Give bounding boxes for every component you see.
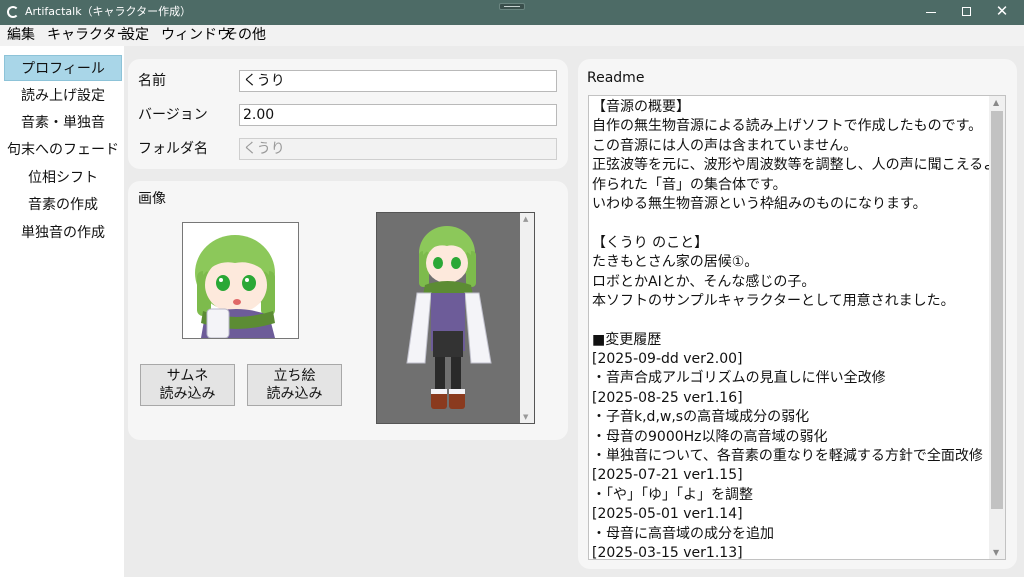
readme-line: いわゆる無生物音源という枠組みのものになります。 — [592, 195, 927, 212]
sidebar-item-create-single-sound[interactable]: 単独音の作成 — [4, 220, 122, 246]
sidebar-item-reading-settings[interactable]: 読み上げ設定 — [4, 83, 122, 109]
character-standing-icon — [406, 226, 492, 409]
thumbnail-image — [182, 222, 299, 339]
readme-line: ・音声合成アルゴリズムの見直しに伴い全改修 — [592, 370, 886, 387]
readme-line: ・母音に高音域の成分を追加 — [592, 525, 774, 542]
readme-line: 作られた「音」の集合体です。 — [592, 176, 787, 193]
readme-textarea[interactable]: 【音源の概要】自作の無生物音源による読み上げソフトで作成したものです。 この音源に… — [588, 95, 1006, 560]
scroll-up-icon: ▲ — [523, 215, 529, 223]
readme-line: この音源には人の声は含まれていません。 — [592, 137, 858, 154]
readme-line: たきもとさん家の居候①。 — [592, 254, 759, 271]
version-input[interactable]: 2.00 — [239, 104, 557, 126]
load-standing-label-line1: 立ち絵 — [273, 368, 316, 384]
readme-line: [2025-07-21 ver1.15] — [592, 467, 743, 484]
folder-label: フォルダ名 — [138, 141, 208, 157]
readme-line: [2025-05-01 ver1.14] — [592, 506, 743, 523]
sidebar-item-profile[interactable]: プロフィール — [4, 55, 122, 81]
readme-line: [2025-03-15 ver1.13] — [592, 544, 743, 560]
readme-content: 【音源の概要】自作の無生物音源による読み上げソフトで作成したものです。 この音源に… — [592, 98, 1006, 560]
standing-image: ▲ ▼ — [376, 212, 535, 424]
load-thumbnail-button[interactable]: サムネ 読み込み — [140, 364, 235, 406]
load-standing-image-button[interactable]: 立ち絵 読み込み — [247, 364, 342, 406]
readme-line: 【くうり のこと】 — [592, 234, 709, 251]
sidebar-item-create-phoneme[interactable]: 音素の作成 — [4, 192, 122, 218]
image-section-label: 画像 — [138, 191, 166, 207]
app-icon — [7, 6, 19, 18]
minimize-icon — [926, 12, 936, 13]
character-thumbnail-icon — [195, 235, 275, 338]
readme-line: ロボとかAIとか、そんな感じの子。 — [592, 273, 816, 290]
readme-line — [592, 214, 990, 233]
readme-line — [592, 311, 990, 330]
window-title: Artifactalk（キャラクター作成） — [25, 5, 192, 18]
scroll-down-icon: ▼ — [993, 548, 1000, 557]
load-thumbnail-label-line1: サムネ — [166, 368, 209, 384]
close-button[interactable]: ✕ — [980, 0, 1024, 25]
readme-line: 正弦波等を元に、波形や周波数等を調整し、人の声に聞こえるように — [592, 157, 1006, 174]
readme-line: ・単独音について、各音素の重なりを軽減する方針で全面改修 — [592, 448, 983, 465]
readme-scrollbar[interactable]: ▲ ▼ — [989, 96, 1005, 559]
menu-bar: 編集 キャラクター 設定 ウィンドウ その他 — [0, 25, 1024, 46]
sidebar-item-phonemes[interactable]: 音素・単独音 — [4, 110, 122, 136]
title-drag-handle[interactable] — [499, 3, 525, 10]
version-label: バージョン — [138, 107, 208, 123]
maximize-icon — [962, 7, 971, 16]
readme-line: 自作の無生物音源による読み上げソフトで作成したものです。 — [592, 118, 983, 135]
readme-line: 本ソフトのサンプルキャラクターとして用意されました。 — [592, 292, 955, 309]
menu-character[interactable]: キャラクター — [47, 26, 130, 45]
readme-line: [2025-08-25 ver1.16] — [592, 389, 743, 406]
readme-line: ・「や」「ゆ」「よ」を調整 — [592, 486, 753, 503]
name-input[interactable]: くうり — [239, 70, 557, 92]
sidebar-item-phase-shift[interactable]: 位相シフト — [4, 165, 122, 191]
sidebar-item-phrase-fade[interactable]: 句末へのフェード — [4, 137, 122, 163]
menu-other[interactable]: その他 — [224, 26, 266, 45]
load-standing-label-line2: 読み込み — [266, 386, 323, 402]
readme-title: Readme — [587, 70, 645, 86]
readme-line: [2025-09-dd ver2.00] — [592, 351, 743, 368]
sidebar: プロフィール 読み上げ設定 音素・単独音 句末へのフェード 位相シフト 音素の作… — [0, 46, 124, 577]
close-icon: ✕ — [995, 2, 1009, 20]
readme-line: 【音源の概要】 — [592, 99, 690, 115]
menu-edit[interactable]: 編集 — [7, 26, 35, 45]
name-label: 名前 — [138, 73, 166, 89]
readme-line: ・子音k,d,w,sの高音域成分の弱化 — [592, 409, 810, 426]
readme-line: ■変更履歴 — [592, 331, 662, 348]
scroll-up-icon: ▲ — [993, 98, 1000, 107]
title-bar: Artifactalk（キャラクター作成） ✕ — [0, 0, 1024, 25]
scroll-down-icon: ▼ — [523, 413, 529, 421]
menu-settings[interactable]: 設定 — [121, 26, 149, 45]
folder-input: くうり — [239, 138, 557, 160]
menu-window[interactable]: ウィンドウ — [161, 26, 231, 45]
scroll-thumb[interactable] — [991, 111, 1003, 509]
standing-image-scrollbar[interactable]: ▲ ▼ — [520, 213, 534, 423]
load-thumbnail-label-line2: 読み込み — [159, 386, 216, 402]
readme-line: ・母音の9000Hz以降の高音域の弱化 — [592, 428, 828, 445]
